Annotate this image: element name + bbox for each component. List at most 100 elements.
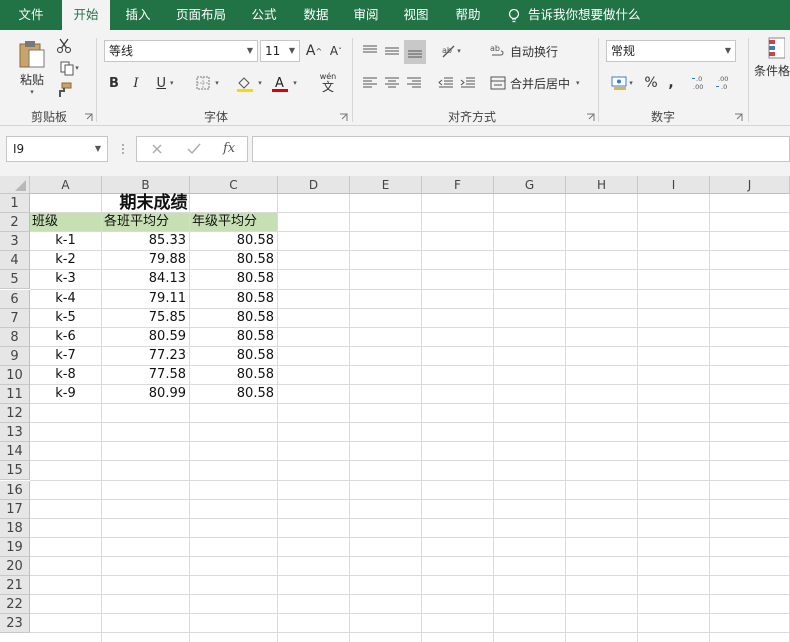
column-header-b[interactable]: B [102, 176, 190, 194]
row-header-11[interactable]: 11 [0, 385, 30, 405]
column-header-d[interactable]: D [278, 176, 350, 194]
row-header-7[interactable]: 7 [0, 308, 30, 328]
decrease-indent-button[interactable] [436, 72, 456, 94]
row-header-2[interactable]: 2 [0, 213, 30, 233]
fill-color-button[interactable]: ▾ [232, 72, 266, 94]
class-average-cell[interactable]: 79.88 [102, 251, 189, 269]
insert-function-button[interactable]: fx [223, 141, 235, 156]
column-header-i[interactable]: I [638, 176, 710, 194]
phonetic-button[interactable]: wén 文 [310, 70, 346, 96]
header-cell[interactable]: 各班平均分 [102, 213, 189, 232]
cut-button[interactable] [54, 36, 74, 56]
class-cell[interactable]: k-8 [30, 366, 101, 384]
align-middle-button[interactable] [382, 40, 402, 62]
sheet-title-cell[interactable]: 期末成绩 [30, 194, 277, 212]
row-header-21[interactable]: 21 [0, 576, 30, 596]
row-header-10[interactable]: 10 [0, 365, 30, 385]
dialog-launcher-icon[interactable] [586, 113, 595, 122]
tab-help[interactable]: 帮助 [448, 0, 488, 30]
wrap-text-button[interactable]: ab 自动换行 [490, 40, 562, 62]
row-header-20[interactable]: 20 [0, 556, 30, 576]
cancel-icon[interactable] [151, 143, 163, 155]
paste-button[interactable]: 粘贴 ▾ [14, 36, 50, 98]
italic-button[interactable]: I [126, 72, 146, 94]
decrease-decimal-button[interactable]: .00.0 [714, 72, 734, 94]
class-average-cell[interactable]: 80.99 [102, 385, 189, 403]
worksheet[interactable]: ABCDEFGHIJ 1 2 3 4 5 6 7 8 9 10 11 12 13 14 15 16 17 18 19… [0, 176, 790, 642]
row-header-1[interactable]: 1 [0, 194, 30, 214]
tab-file[interactable]: 文件 [8, 0, 54, 30]
tab-formulas[interactable]: 公式 [244, 0, 284, 30]
class-average-cell[interactable]: 79.11 [102, 290, 189, 308]
enter-check-icon[interactable] [187, 143, 201, 155]
tab-insert[interactable]: 插入 [116, 0, 160, 30]
column-header-a[interactable]: A [30, 176, 102, 194]
grade-average-cell[interactable]: 80.58 [190, 309, 277, 327]
row-header-13[interactable]: 13 [0, 423, 30, 443]
select-all-corner[interactable] [0, 176, 30, 194]
row-header-6[interactable]: 6 [0, 289, 30, 309]
font-color-button[interactable]: A ▾ [268, 72, 300, 94]
column-header-j[interactable]: J [710, 176, 790, 194]
format-painter-button[interactable] [54, 80, 74, 100]
font-name-select[interactable]: 等线 ▼ [104, 40, 258, 62]
formula-input[interactable] [252, 136, 790, 162]
row-header-15[interactable]: 15 [0, 461, 30, 481]
align-right-button[interactable] [404, 72, 424, 94]
dialog-launcher-icon[interactable] [339, 113, 348, 122]
row-header-3[interactable]: 3 [0, 232, 30, 252]
comma-button[interactable]: , [664, 72, 678, 94]
row-header-14[interactable]: 14 [0, 442, 30, 462]
class-cell[interactable]: k-2 [30, 251, 101, 269]
underline-button[interactable]: U ▾ [148, 72, 182, 94]
tell-me-search[interactable]: 告诉我你想要做什么 [508, 0, 641, 30]
class-cell[interactable]: k-7 [30, 347, 101, 365]
name-box[interactable]: I9 ▼ [6, 136, 108, 162]
tab-page-layout[interactable]: 页面布局 [170, 0, 232, 30]
tab-view[interactable]: 视图 [396, 0, 436, 30]
align-top-button[interactable] [360, 40, 380, 62]
column-header-c[interactable]: C [190, 176, 278, 194]
grade-average-cell[interactable]: 80.58 [190, 366, 277, 384]
column-header-h[interactable]: H [566, 176, 638, 194]
tab-home[interactable]: 开始 [62, 0, 110, 30]
dialog-launcher-icon[interactable] [84, 113, 93, 122]
orientation-button[interactable]: ab ▾ [436, 40, 466, 62]
formula-bar-grip-icon[interactable] [120, 142, 126, 156]
conditional-formatting-button[interactable]: 条件格 [754, 36, 790, 96]
grade-average-cell[interactable]: 80.58 [190, 290, 277, 308]
class-cell[interactable]: k-5 [30, 309, 101, 327]
row-header-19[interactable]: 19 [0, 537, 30, 557]
number-format-select[interactable]: 常规 ▼ [606, 40, 736, 62]
shrink-font-button[interactable]: Aˇ [326, 40, 346, 62]
grade-average-cell[interactable]: 80.58 [190, 385, 277, 403]
borders-button[interactable]: ▾ [190, 72, 224, 94]
column-header-f[interactable]: F [422, 176, 494, 194]
copy-button[interactable]: ▾ [54, 58, 84, 78]
row-header-9[interactable]: 9 [0, 346, 30, 366]
grade-average-cell[interactable]: 80.58 [190, 328, 277, 346]
class-cell[interactable]: k-4 [30, 290, 101, 308]
row-header-18[interactable]: 18 [0, 518, 30, 538]
row-header-17[interactable]: 17 [0, 499, 30, 519]
row-header-8[interactable]: 8 [0, 327, 30, 347]
header-cell[interactable]: 年级平均分 [190, 213, 277, 232]
align-center-button[interactable] [382, 72, 402, 94]
class-average-cell[interactable]: 84.13 [102, 270, 189, 288]
row-header-22[interactable]: 22 [0, 595, 30, 615]
bold-button[interactable]: B [104, 72, 124, 94]
header-cell[interactable]: 班级 [30, 213, 101, 232]
increase-indent-button[interactable] [458, 72, 478, 94]
class-cell[interactable]: k-6 [30, 328, 101, 346]
align-bottom-button[interactable] [404, 40, 426, 64]
class-average-cell[interactable]: 80.59 [102, 328, 189, 346]
row-header-16[interactable]: 16 [0, 480, 30, 500]
dialog-launcher-icon[interactable] [734, 113, 743, 122]
row-header-12[interactable]: 12 [0, 404, 30, 424]
class-average-cell[interactable]: 77.23 [102, 347, 189, 365]
grade-average-cell[interactable]: 80.58 [190, 270, 277, 288]
tab-review[interactable]: 审阅 [346, 0, 386, 30]
class-cell[interactable]: k-3 [30, 270, 101, 288]
merge-center-button[interactable]: 合并后居中 ▾ [490, 72, 590, 94]
class-cell[interactable]: k-1 [30, 232, 101, 250]
